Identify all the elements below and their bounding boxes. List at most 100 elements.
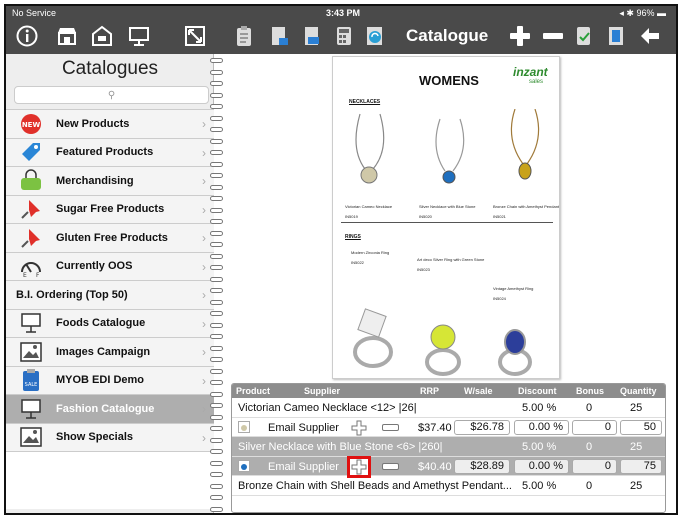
ring-images xyxy=(353,308,532,376)
export-doc-icon[interactable] xyxy=(268,25,290,47)
column-header: Product xyxy=(236,386,271,396)
binding-ring xyxy=(210,219,223,224)
chevron-right-icon: › xyxy=(202,202,206,217)
binding-ring xyxy=(210,104,223,109)
shopping-bag-icon xyxy=(18,169,44,193)
document-icon[interactable] xyxy=(605,25,627,47)
binding-ring xyxy=(210,449,223,454)
binding-ring xyxy=(210,437,223,443)
ring-caption: Modern Zirconia Ring IN5022 xyxy=(351,250,390,265)
discount-field[interactable]: 0.00 % xyxy=(514,419,569,435)
product-thumbnail-icon xyxy=(238,420,250,436)
chevron-right-icon: › xyxy=(202,402,206,416)
sidebar-item-bi-ordering[interactable]: B.I. Ordering (Top 50) › xyxy=(6,280,214,309)
info-icon[interactable] xyxy=(16,25,38,47)
binding-ring xyxy=(210,253,223,259)
section-divider xyxy=(341,222,553,223)
column-header: Discount xyxy=(518,386,557,396)
sidebar-item-images-campaign[interactable]: Images Campaign › xyxy=(6,337,214,366)
sidebar-item-sugar-free-products[interactable]: Sugar Free Products › xyxy=(6,194,214,223)
sidebar-title: Catalogues xyxy=(61,58,159,79)
sidebar-item-label: B.I. Ordering (Top 50) xyxy=(16,288,128,301)
binding-ring xyxy=(210,403,223,408)
wholesale-price-field[interactable]: $28.89 xyxy=(454,458,510,474)
decrease-button[interactable] xyxy=(382,462,399,470)
binding-ring xyxy=(210,196,223,201)
bonus-value: 0 xyxy=(586,480,593,492)
binding-ring xyxy=(210,69,223,75)
binding-ring xyxy=(210,345,223,351)
binding-ring xyxy=(210,460,223,466)
column-header: RRP xyxy=(420,386,440,396)
battery-label: ◂ ✱ 96% ▬ xyxy=(619,8,666,18)
table-row-detail: Email Supplier $40.40 $28.89 0.00 % 0 75 xyxy=(232,455,665,478)
sidebar-item-show-specials[interactable]: Show Specials › xyxy=(6,422,214,451)
back-arrow-icon[interactable] xyxy=(639,25,661,47)
sidebar-item-fashion-catalogue[interactable]: Fashion Catalogue › xyxy=(6,394,214,423)
discount-value: 5.00 % xyxy=(522,441,557,453)
table-row[interactable]: Victorian Cameo Necklace <12> |26| 5.00 … xyxy=(232,398,665,418)
binding-ring xyxy=(210,299,223,305)
bonus-field[interactable]: 0 xyxy=(572,458,617,474)
presentation-icon[interactable] xyxy=(128,25,150,47)
necklace-caption: Bronze Chain with Amethyst Pendant IN5021 xyxy=(493,204,560,219)
new-badge-icon: NEW xyxy=(18,112,44,136)
binding-ring xyxy=(210,207,223,213)
sidebar-item-label: Foods Catalogue xyxy=(56,317,146,330)
bonus-value: 0 xyxy=(586,441,593,453)
store-icon[interactable] xyxy=(56,25,78,47)
sync-icon[interactable] xyxy=(364,25,386,47)
svg-text:NEW: NEW xyxy=(22,121,41,129)
edit-clipboard-icon[interactable] xyxy=(234,25,256,47)
plus-icon[interactable] xyxy=(509,25,531,47)
sidebar-item-label: MYOB EDI Demo xyxy=(56,374,145,387)
sidebar-item-myob-edi-demo[interactable]: SALE MYOB EDI Demo › xyxy=(6,365,214,394)
discount-field[interactable]: 0.00 % xyxy=(514,458,569,474)
app-window: No Service 3:43 PM ◂ ✱ 96% ▬ Catalogue C… xyxy=(4,4,678,515)
binding-ring xyxy=(210,334,223,339)
necklace-caption: Silver Necklace with Blue Stone IN5020 xyxy=(419,204,476,219)
column-header: Supplier xyxy=(304,386,341,396)
top-toolbar: No Service 3:43 PM ◂ ✱ 96% ▬ Catalogue xyxy=(6,6,676,54)
spiral-binding xyxy=(210,54,224,513)
binding-ring xyxy=(210,138,223,144)
minus-icon[interactable] xyxy=(542,25,564,47)
binding-ring xyxy=(210,426,223,431)
sidebar-item-gluten-free-products[interactable]: Gluten Free Products › xyxy=(6,223,214,252)
clock: 3:43 PM xyxy=(326,8,361,18)
table-row[interactable]: Silver Necklace with Blue Stone <6> |260… xyxy=(232,437,665,457)
quantity-field[interactable]: 50 xyxy=(620,419,662,435)
bonus-value: 0 xyxy=(586,402,593,414)
sidebar-item-foods-catalogue[interactable]: Foods Catalogue › xyxy=(6,308,214,337)
tag-icon xyxy=(18,140,44,164)
checklist-icon[interactable] xyxy=(573,25,595,47)
sidebar-item-featured-products[interactable]: Featured Products › xyxy=(6,137,214,166)
increase-button[interactable] xyxy=(347,455,371,478)
binding-ring xyxy=(210,288,223,293)
sidebar-item-label: New Products xyxy=(56,117,130,130)
expand-icon[interactable] xyxy=(184,25,206,47)
chevron-right-icon: › xyxy=(202,231,206,245)
home-store-icon[interactable] xyxy=(91,25,113,47)
decrease-button[interactable] xyxy=(382,423,399,431)
binding-ring xyxy=(210,265,223,270)
binding-ring xyxy=(210,276,223,282)
search-input[interactable]: ⚲ xyxy=(14,86,209,104)
sidebar-item-currently-oos[interactable]: EF Currently OOS › xyxy=(6,251,214,280)
calculator-icon[interactable] xyxy=(333,25,355,47)
binding-ring xyxy=(210,58,223,63)
binding-ring xyxy=(210,311,223,316)
catalogue-page-preview[interactable]: WOMENS inzant sales NECKLACES Victorian … xyxy=(332,56,560,379)
bonus-field[interactable]: 0 xyxy=(572,419,617,435)
sidebar-item-merchandising[interactable]: Merchandising › xyxy=(6,166,214,195)
wholesale-price-field[interactable]: $26.78 xyxy=(454,419,510,435)
sidebar-item-label: Fashion Catalogue xyxy=(56,402,155,415)
quantity-field[interactable]: 75 xyxy=(620,458,662,474)
sidebar-item-label: Currently OOS xyxy=(56,260,133,273)
email-doc-icon[interactable] xyxy=(301,25,323,47)
table-row[interactable]: Bronze Chain with Shell Beads and Amethy… xyxy=(232,476,665,496)
increase-button[interactable] xyxy=(350,420,368,436)
search-icon: ⚲ xyxy=(107,89,116,101)
product-thumbnail-icon xyxy=(238,459,250,475)
sidebar-item-new-products[interactable]: NEW New Products › xyxy=(6,109,214,138)
